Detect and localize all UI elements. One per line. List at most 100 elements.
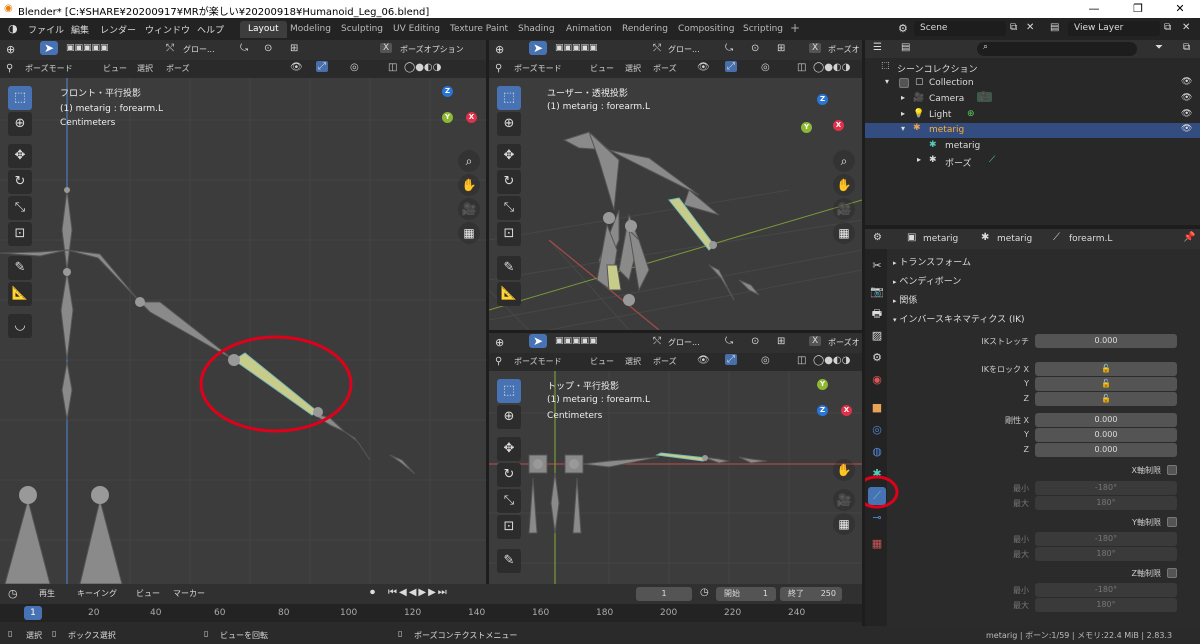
viewport-user[interactable]: ⊕ ➤ ▣▣▣▣▣ ⤲ グロー... ⤿ ⊙ ⊞ X ポーズオ ⚲ ポーズモード… <box>489 40 862 330</box>
ortho-grid-icon[interactable]: ▦ <box>833 222 855 244</box>
tab-rendering[interactable]: Rendering <box>614 21 676 38</box>
panel-relations[interactable]: ▸ 関係 <box>893 293 917 306</box>
panel-bendy-bones[interactable]: ▸ ベンディボーン <box>893 274 961 287</box>
menu-render[interactable]: レンダー <box>100 23 136 36</box>
breadcrumb-armature[interactable]: metarig <box>997 234 1032 244</box>
outliner-row-pose[interactable]: ▸ ✱ ポーズ ⟋ <box>865 154 1200 169</box>
snap-settings-icon[interactable]: ⊞ <box>290 43 298 54</box>
menu-edit[interactable]: 編集 <box>71 23 89 36</box>
y-min-field[interactable]: -180° <box>1035 532 1177 546</box>
editor-type-icon[interactable]: ⊕ <box>6 43 15 56</box>
visibility-eye-icon[interactable]: 👁 <box>1181 93 1192 103</box>
marker-menu[interactable]: マーカー <box>170 586 208 601</box>
z-max-field[interactable]: 180° <box>1035 598 1177 612</box>
close-button[interactable]: ✕ <box>1158 1 1200 17</box>
pivot-icon[interactable]: ⤿ <box>240 43 248 54</box>
bone-constraint-tab-icon[interactable]: ⊸ <box>868 509 886 527</box>
display-mode-icon[interactable]: ▤ <box>901 42 910 53</box>
playhead[interactable]: 1 <box>24 606 42 620</box>
tab-shading[interactable]: Shading <box>510 21 563 38</box>
menu-pose[interactable]: ポーズ <box>163 61 193 76</box>
x-min-field[interactable]: -180° <box>1035 481 1177 495</box>
selection-modes-icon[interactable]: ▣▣▣▣▣ <box>555 336 598 346</box>
end-frame-field[interactable]: 終了 250 <box>780 587 842 601</box>
gizmo-z-axis[interactable]: Z <box>817 94 828 105</box>
panel-ik[interactable]: ▾ インバースキネマティクス (IK) <box>893 312 1025 325</box>
viewport-front[interactable]: ⊕ ➤ ▣▣▣▣▣ ⤲ グロー... ⤿ ⊙ ⊞ X ポーズオプション ⚲ ポー… <box>0 40 486 584</box>
tool-settings-tab-icon[interactable]: ✂ <box>868 257 886 275</box>
tool-annotate[interactable]: ✎ <box>8 256 32 280</box>
keying-menu[interactable]: キーイング <box>74 586 120 601</box>
gizmo-x-axis[interactable]: X <box>466 112 477 123</box>
pan-hand-icon[interactable]: ✋ <box>833 174 855 196</box>
pose-options-dropdown[interactable]: ポーズオ <box>825 335 862 350</box>
tool-measure[interactable]: 📐 <box>497 282 521 306</box>
camera-data-icon[interactable]: 🎥 <box>977 92 993 102</box>
ik-stiffness-z-field[interactable]: 0.000 <box>1035 443 1177 457</box>
light-data-icon[interactable]: ⊕ <box>967 109 975 119</box>
tool-rotate[interactable]: ↻ <box>497 170 521 194</box>
filter-icon[interactable]: ⏷ <box>1155 42 1163 53</box>
blender-menu-icon[interactable]: ◑ <box>8 22 18 35</box>
new-view-layer-icon[interactable]: ⧉ <box>1164 22 1171 33</box>
timeline-view-menu[interactable]: ビュー <box>133 586 163 601</box>
modifiers-tab-icon[interactable]: ◎ <box>868 421 886 439</box>
editor-type-icon[interactable]: ⊕ <box>495 336 504 349</box>
timeline-editor-icon[interactable]: ◷ <box>8 587 18 600</box>
menu-pose[interactable]: ポーズ <box>650 354 680 369</box>
menu-select[interactable]: 選択 <box>622 61 644 76</box>
gizmo-icon[interactable]: ⤢ <box>725 61 737 72</box>
scene-tab-icon[interactable]: ⚙ <box>868 349 886 367</box>
tab-compositing[interactable]: Compositing <box>670 21 742 38</box>
mode-dropdown[interactable]: ポーズモード <box>511 61 565 76</box>
pose-mode-icon[interactable]: ⚲ <box>6 63 13 74</box>
gizmo-y-axis[interactable]: Y <box>801 122 812 133</box>
tool-select[interactable]: ⬚ <box>497 86 521 110</box>
new-scene-icon[interactable]: ⧉ <box>1010 22 1017 33</box>
tool-select[interactable]: ⬚ <box>8 86 32 110</box>
menu-pose[interactable]: ポーズ <box>650 61 680 76</box>
gizmo-z-axis[interactable]: Z <box>442 86 453 97</box>
snap-icon[interactable]: ⊙ <box>264 43 272 54</box>
selection-modes-icon[interactable]: ▣▣▣▣▣ <box>66 43 109 53</box>
outliner-editor-icon[interactable]: ☰ <box>873 42 882 53</box>
gizmo-x-axis[interactable]: X <box>833 120 844 131</box>
transform-orientation-icon[interactable]: ⤲ <box>653 336 661 347</box>
shading-modes-icon[interactable]: ◯●◐◑ <box>813 355 850 366</box>
z-limit-checkbox[interactable] <box>1167 568 1177 578</box>
world-tab-icon[interactable]: ◉ <box>868 371 886 389</box>
record-icon[interactable]: ⏺ <box>370 587 375 598</box>
timeline-ruler[interactable]: 1 20 40 60 80 100 120 140 160 180 200 22… <box>0 604 862 622</box>
outliner-row-armature-data[interactable]: ✱ metarig <box>865 139 1200 154</box>
transform-orientation-icon[interactable]: ⤲ <box>653 43 661 54</box>
view-layer-selector[interactable]: View Layer <box>1068 21 1160 36</box>
tool-scale[interactable]: ⤡ <box>8 196 32 220</box>
select-mode-icon[interactable]: ➤ <box>529 334 547 348</box>
tab-layout[interactable]: Layout <box>240 21 287 38</box>
breadcrumb-bone[interactable]: forearm.L <box>1069 234 1112 244</box>
visibility-icon[interactable]: 👁 <box>697 62 710 73</box>
pivot-icon[interactable]: ⤿ <box>725 43 733 54</box>
tool-scale[interactable]: ⤡ <box>497 489 521 513</box>
xray-icon[interactable]: ◫ <box>797 62 806 73</box>
tool-move[interactable]: ✥ <box>497 144 521 168</box>
maximize-button[interactable]: ❐ <box>1116 1 1160 17</box>
expand-arrow-icon[interactable]: ▸ <box>917 155 921 164</box>
playback-controls-icon[interactable]: ⏮◀◀▶▶⏭ <box>388 587 449 598</box>
shading-modes-icon[interactable]: ◯●◐◑ <box>404 62 441 73</box>
shading-modes-icon[interactable]: ◯●◐◑ <box>813 62 850 73</box>
expand-arrow-icon[interactable]: ▸ <box>901 109 905 118</box>
mode-dropdown[interactable]: ポーズモード <box>22 61 76 76</box>
visibility-icon[interactable]: 👁 <box>697 355 710 366</box>
transform-orientation-dropdown[interactable]: グロー... <box>665 42 703 57</box>
tool-transform[interactable]: ⊡ <box>497 515 521 539</box>
zoom-icon[interactable]: ⌕ <box>458 150 480 172</box>
pose-mode-icon[interactable]: ⚲ <box>495 356 502 367</box>
editor-type-icon[interactable]: ⊕ <box>495 43 504 56</box>
mode-dropdown[interactable]: ポーズモード <box>511 354 565 369</box>
ortho-grid-icon[interactable]: ▦ <box>458 222 480 244</box>
viewport-top[interactable]: ⊕ ➤ ▣▣▣▣▣ ⤲ グロー... ⤿ ⊙ ⊞ X ポーズオ ⚲ ポーズモード… <box>489 333 862 584</box>
tab-sculpting[interactable]: Sculpting <box>333 21 391 38</box>
x-mirror-button[interactable]: X <box>809 336 822 346</box>
transform-orientation-icon[interactable]: ⤲ <box>166 43 174 54</box>
